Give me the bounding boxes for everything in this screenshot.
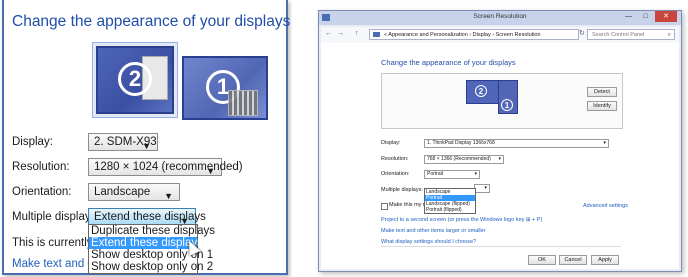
display-select[interactable]: 1. ThinkPad Display 1366x768 ▾ xyxy=(424,139,609,148)
advanced-settings-link[interactable]: Advanced settings xyxy=(583,203,628,209)
identify-button[interactable]: Identify xyxy=(587,101,617,111)
monitor-number: 2 xyxy=(475,85,487,97)
window-thumbnail-icon xyxy=(228,90,258,116)
search-input[interactable]: Search Control Panel ⌕ xyxy=(587,29,675,40)
orientation-select[interactable]: Landscape ▼ xyxy=(88,183,180,201)
zoomed-panel: Change the appearance of your displays 2… xyxy=(0,0,292,277)
resolution-select[interactable]: 1280 × 1024 (recommended) ▼ xyxy=(88,158,243,176)
breadcrumb-text: « Appearance and Personalization › Displ… xyxy=(384,32,541,38)
display-value: 1. ThinkPad Display 1366x768 xyxy=(427,140,495,146)
minimize-button[interactable]: — xyxy=(620,11,637,22)
cancel-button[interactable]: Cancel xyxy=(559,255,587,265)
project-second-screen-link[interactable]: Project to a second screen (or press the… xyxy=(381,217,542,223)
chevron-down-icon: ▾ xyxy=(603,140,606,146)
resolution-label: Resolution: xyxy=(381,156,409,162)
resolution-label: Resolution: xyxy=(12,161,70,173)
chevron-down-icon: ▼ xyxy=(164,191,173,201)
multiple-displays-dropdown: Duplicate these displays Extend these di… xyxy=(88,224,215,274)
resolution-value: 1280 × 1024 (recommended) xyxy=(94,161,243,173)
display-settings-help-link[interactable]: What display settings should I choose? xyxy=(381,239,476,245)
main-display-checkbox[interactable] xyxy=(381,203,388,210)
search-icon: ⌕ xyxy=(667,32,671,38)
refresh-icon[interactable]: ↻ xyxy=(579,29,585,37)
monitor-number: 2 xyxy=(118,62,152,96)
main-display-label: Make this my m xyxy=(389,202,428,208)
display-select[interactable]: 2. SDM-X93 ▼ xyxy=(88,133,158,151)
multiple-displays-select[interactable]: ▾ xyxy=(474,184,490,193)
dropdown-option[interactable]: Show desktop only on 1 xyxy=(89,249,213,261)
close-button[interactable]: ✕ xyxy=(655,11,677,22)
address-bar: ← → ↑ « Appearance and Personalization ›… xyxy=(321,27,679,43)
up-arrow-icon[interactable]: ↑ xyxy=(355,30,359,37)
back-arrow-icon[interactable]: ← xyxy=(325,30,332,37)
chevron-down-icon: ▾ xyxy=(474,171,477,177)
dropdown-option[interactable]: Portrait (flipped) xyxy=(425,207,475,213)
monitor-2[interactable]: 2 xyxy=(96,46,174,114)
control-panel-icon xyxy=(373,32,380,37)
orientation-label: Orientation: xyxy=(12,186,72,198)
orientation-label: Orientation: xyxy=(381,171,410,177)
orientation-value: Landscape xyxy=(94,186,151,198)
title-bar: Screen Resolution — □ ✕ xyxy=(319,11,681,25)
resolution-select[interactable]: 768 × 1366 (Recommended) ▾ xyxy=(424,155,504,164)
orientation-dropdown: Landscape Portrait Landscape (flipped) P… xyxy=(424,188,476,214)
multiple-displays-value: Extend these displays xyxy=(94,211,206,223)
chevron-down-icon: ▾ xyxy=(498,156,501,162)
monitor-arrangement: 2 1 xyxy=(10,38,280,125)
chevron-down-icon: ▼ xyxy=(142,141,151,151)
monitor-1[interactable]: 1 xyxy=(182,56,268,120)
dropdown-option[interactable]: Duplicate these displays xyxy=(89,225,215,237)
monitor-2[interactable]: 2 xyxy=(466,80,500,104)
display-label: Display: xyxy=(12,136,53,148)
monitor-number: 1 xyxy=(501,99,513,111)
orientation-select[interactable]: Portrait ▾ xyxy=(424,170,480,179)
page-title: Change the appearance of your displays xyxy=(12,13,291,30)
apply-button[interactable]: Apply xyxy=(591,255,619,265)
breadcrumb[interactable]: « Appearance and Personalization › Displ… xyxy=(369,29,579,40)
screen-resolution-window: Screen Resolution — □ ✕ ← → ↑ « Appearan… xyxy=(318,10,682,272)
chevron-down-icon: ▾ xyxy=(484,185,487,191)
monitor-1[interactable]: 1 xyxy=(498,80,518,114)
display-label: Display: xyxy=(381,140,401,146)
text-size-link[interactable]: Make text and other items larger or smal… xyxy=(381,228,486,234)
resolution-value: 768 × 1366 (Recommended) xyxy=(427,156,491,162)
multiple-displays-label: Multiple displays: xyxy=(381,187,423,193)
main-content: Change the appearance of your displays 2… xyxy=(321,43,679,269)
multiple-displays-label: Multiple displays: xyxy=(12,211,100,223)
search-placeholder: Search Control Panel xyxy=(592,32,645,38)
dropdown-option-selected[interactable]: Extend these displays xyxy=(89,237,203,249)
detect-button[interactable]: Detect xyxy=(587,87,617,97)
divider xyxy=(381,246,621,247)
orientation-value: Portrait xyxy=(427,171,444,177)
maximize-button[interactable]: □ xyxy=(637,11,654,22)
dropdown-option[interactable]: Show desktop only on 2 xyxy=(89,261,213,273)
page-heading: Change the appearance of your displays xyxy=(381,58,516,67)
ok-button[interactable]: OK xyxy=(528,255,556,265)
chevron-down-icon: ▼ xyxy=(206,166,215,176)
forward-arrow-icon[interactable]: → xyxy=(337,30,344,37)
